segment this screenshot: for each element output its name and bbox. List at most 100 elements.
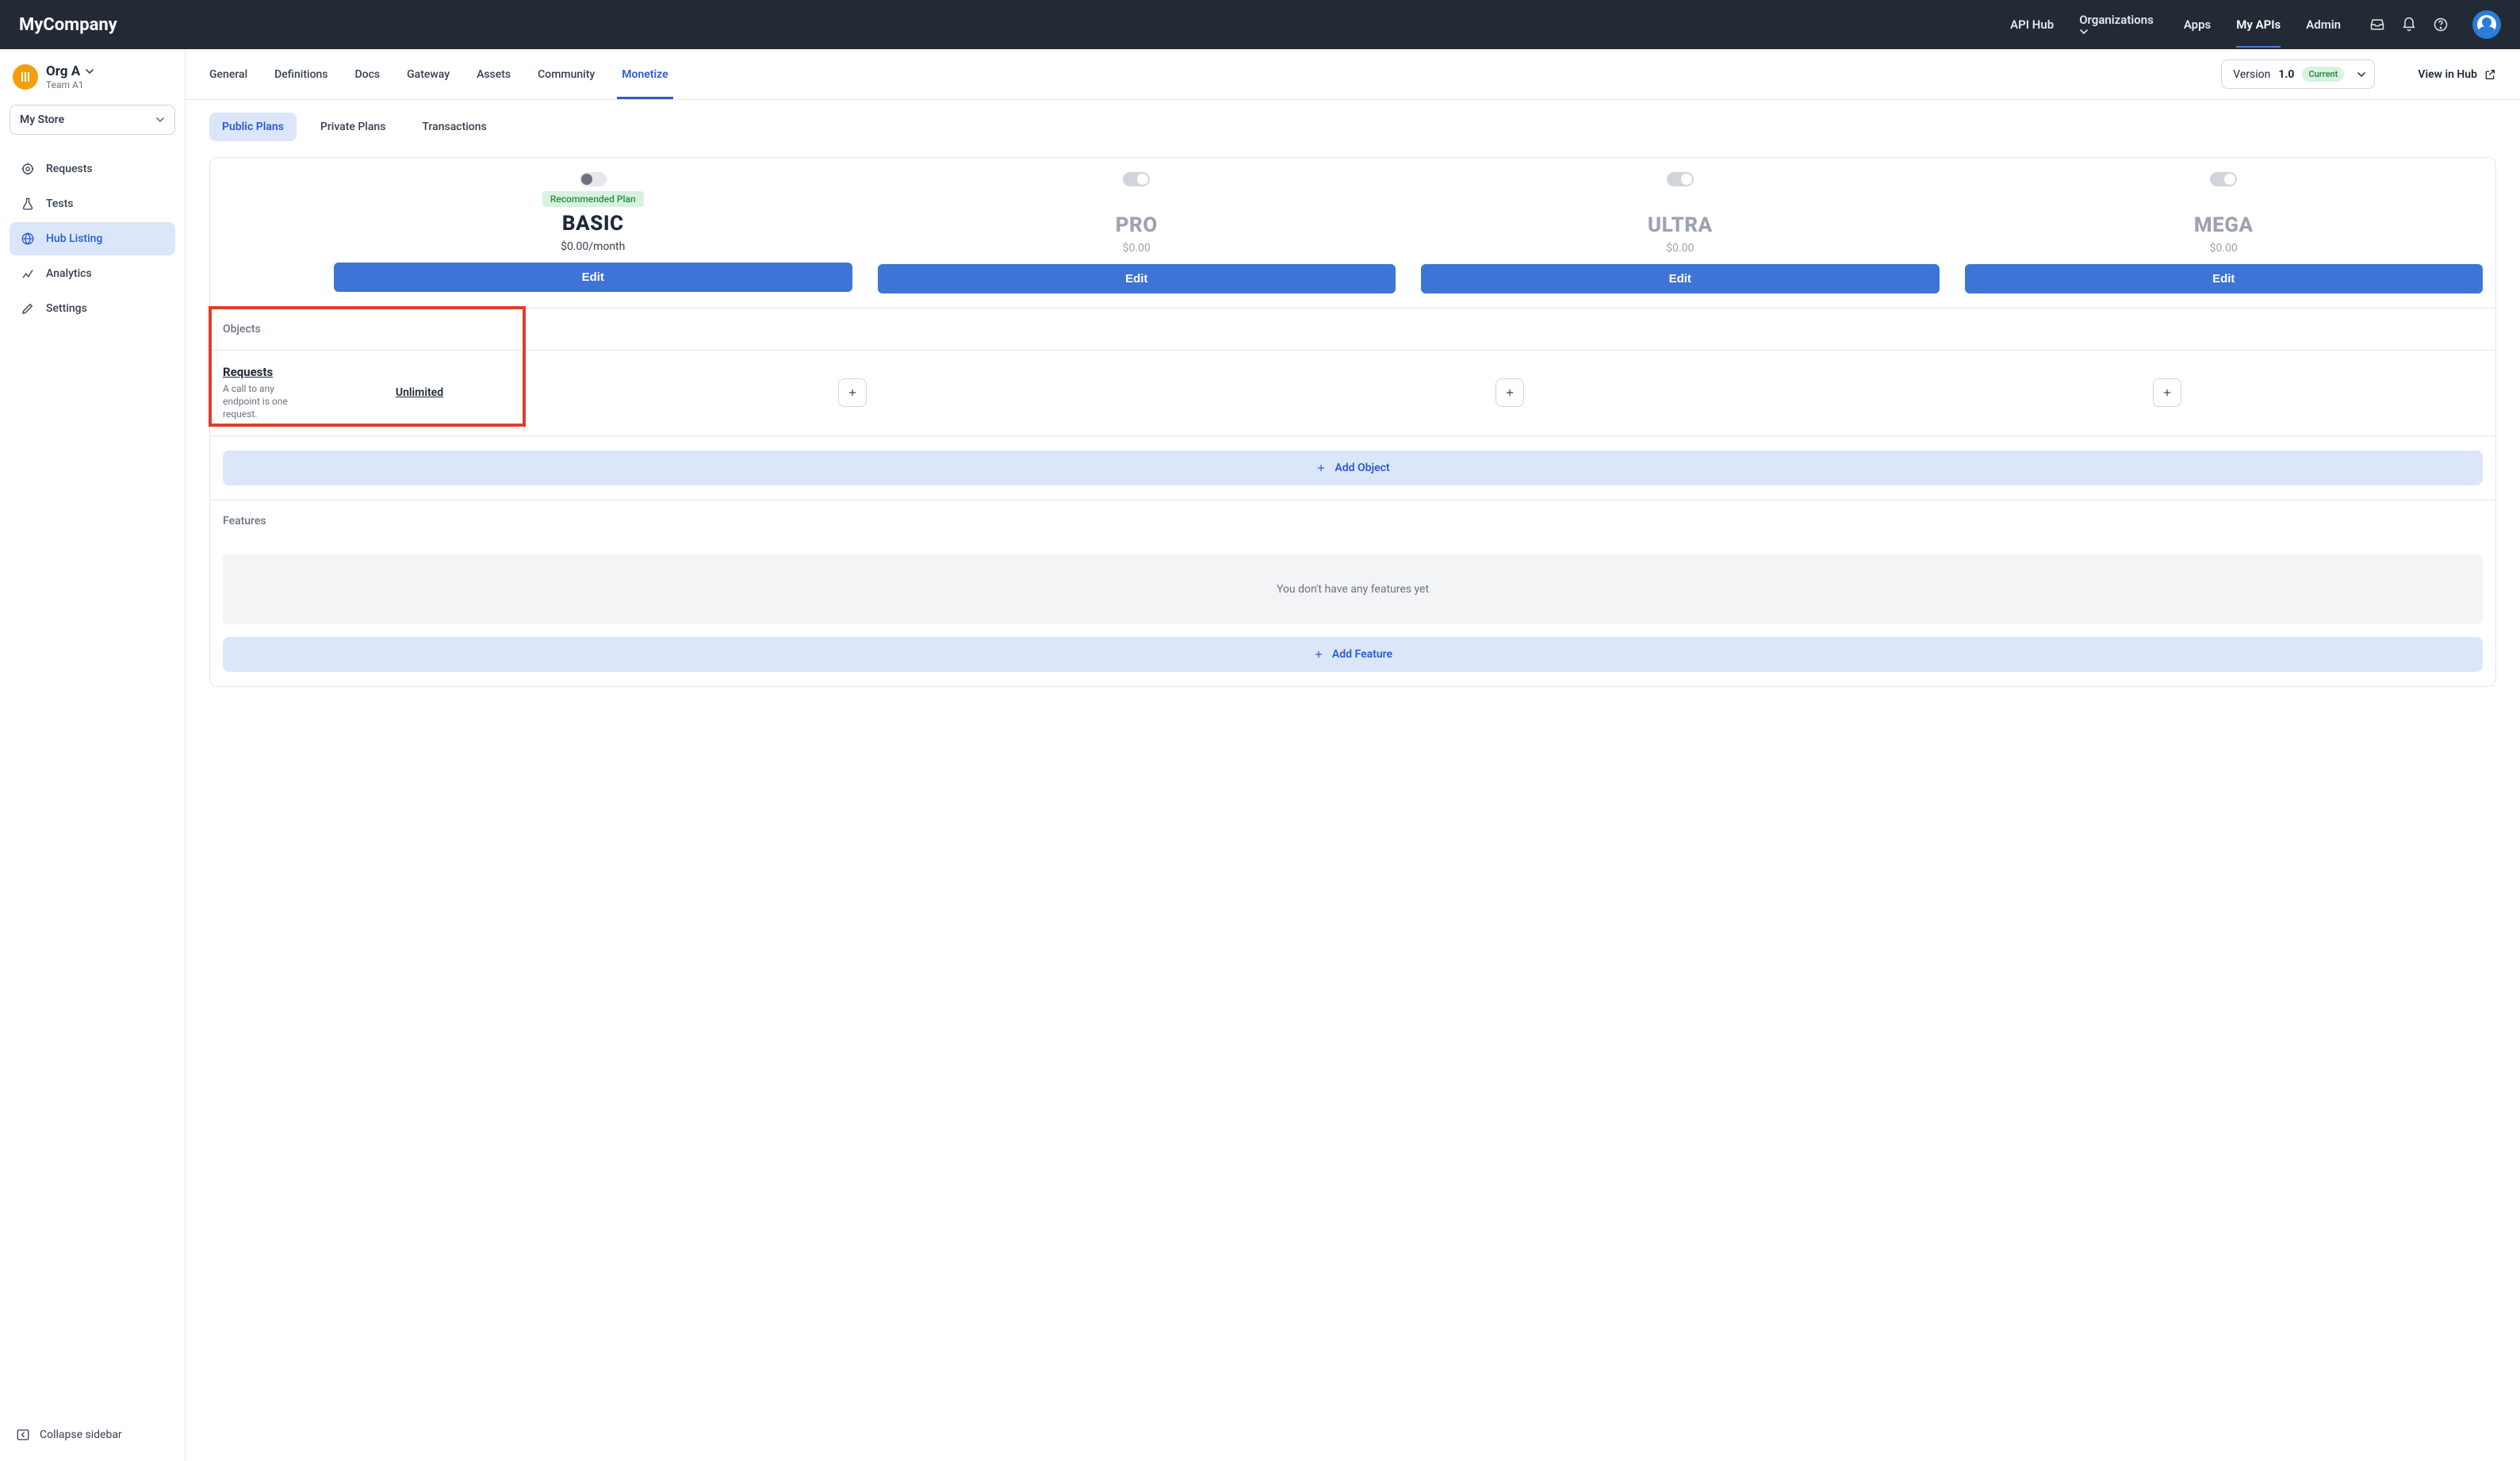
sidebar-item-requests[interactable]: Requests [10,152,175,186]
subtab-transactions[interactable]: Transactions [409,113,499,141]
plus-icon [1313,649,1324,660]
sidebar-item-label: Requests [46,163,93,175]
version-badge: Current [2302,67,2344,82]
tab-definitions[interactable]: Definitions [274,51,327,98]
view-in-hub-link[interactable]: View in Hub [2418,68,2496,81]
inbox-icon[interactable] [2369,17,2385,33]
object-value-basic[interactable]: Unlimited [396,386,443,399]
plan-basic: Recommended Plan BASIC $0.00/month Edit [321,158,865,308]
edit-plan-mega-button[interactable]: Edit [1965,264,2484,293]
collapse-sidebar-button[interactable]: Collapse sidebar [10,1418,175,1451]
subtab-public-plans[interactable]: Public Plans [209,113,297,141]
org-icon [13,64,38,90]
sidebar-item-label: Settings [46,302,87,315]
recommended-badge: Recommended Plan [542,191,644,207]
plan-toggle-mega[interactable] [2210,172,2237,186]
add-object-value-mega[interactable] [2153,378,2181,407]
plan-price: $0.00 [1666,242,1694,255]
sidebar-item-label: Hub Listing [46,232,102,245]
bell-icon[interactable] [2401,17,2417,33]
chevron-down-icon [2357,70,2366,79]
edit-plan-basic-button[interactable]: Edit [334,263,852,292]
view-in-hub-label: View in Hub [2418,68,2477,81]
plan-toggle-basic[interactable] [580,172,607,186]
object-title[interactable]: Requests [223,365,318,379]
object-row-requests: Requests A call to any endpoint is one r… [210,351,2495,436]
add-feature-button[interactable]: Add Feature [223,637,2483,672]
pencil-icon [21,301,35,316]
plan-price: $0.00 [2210,242,2238,255]
edit-plan-ultra-button[interactable]: Edit [1421,264,1940,293]
chevron-down-icon [2079,27,2158,36]
add-object-button[interactable]: Add Object [223,451,2483,485]
collapse-icon [16,1428,30,1442]
features-empty-state: You don't have any features yet [223,554,2483,624]
plan-mega: MEGA $0.00 Edit [1952,158,2496,308]
brand-logo[interactable]: MyCompany [19,15,117,35]
add-object-value-ultra[interactable] [1496,378,1524,407]
topnav-icons [2369,10,2501,39]
plan-header-row: Recommended Plan BASIC $0.00/month Edit … [210,158,2495,308]
sidebar-item-hub-listing[interactable]: Hub Listing [10,222,175,255]
tab-community[interactable]: Community [538,51,595,98]
plan-name: MEGA [2194,213,2254,237]
features-header: Features [210,500,2495,542]
plan-price: $0.00/month [561,240,625,253]
subtab-private-plans[interactable]: Private Plans [308,113,399,141]
external-link-icon [2484,68,2496,81]
nav-my-apis[interactable]: My APIs [2236,2,2281,48]
edit-plan-pro-button[interactable]: Edit [878,264,1396,293]
plan-name: ULTRA [1648,213,1713,237]
store-select[interactable]: My Store [10,105,175,135]
plan-name: PRO [1116,213,1158,237]
plan-toggle-pro[interactable] [1123,172,1150,186]
tab-bar: General Definitions Docs Gateway Assets … [186,49,2520,100]
org-name: Org A [46,63,80,79]
plan-ultra: ULTRA $0.00 Edit [1408,158,1952,308]
top-navbar: MyCompany API Hub Organizations Apps My … [0,0,2520,49]
sidebar-item-tests[interactable]: Tests [10,187,175,220]
org-switcher[interactable]: Org A Team A1 [10,59,175,92]
tab-general[interactable]: General [209,51,247,98]
object-description: A call to any endpoint is one request. [223,382,302,421]
sidebar-nav: Requests Tests Hub Listing Analytics [10,152,175,325]
chart-icon [21,267,35,281]
subtab-bar: Public Plans Private Plans Transactions [186,100,2520,141]
plan-toggle-ultra[interactable] [1667,172,1694,186]
plan-pro: PRO $0.00 Edit [865,158,1409,308]
plans-panel: Recommended Plan BASIC $0.00/month Edit … [209,157,2496,687]
org-team: Team A1 [46,79,94,90]
objects-header: Objects [210,308,2495,351]
add-feature-label: Add Feature [1332,648,1392,661]
nav-admin[interactable]: Admin [2306,2,2341,48]
globe-icon [21,232,35,246]
plan-name: BASIC [562,212,624,236]
sidebar-item-settings[interactable]: Settings [10,292,175,325]
chevron-down-icon [85,67,94,76]
sidebar-item-analytics[interactable]: Analytics [10,257,175,290]
tab-monetize[interactable]: Monetize [622,51,668,98]
collapse-sidebar-label: Collapse sidebar [40,1428,122,1441]
user-avatar[interactable] [2472,10,2501,39]
version-selector[interactable]: Version 1.0 Current [2221,59,2375,89]
nav-organizations-label: Organizations [2079,13,2154,27]
main-content: General Definitions Docs Gateway Assets … [186,49,2520,1461]
nav-organizations[interactable]: Organizations [2079,0,2158,52]
topnav-links: API Hub Organizations Apps My APIs Admin [2010,0,2341,52]
chevron-down-icon [155,115,165,125]
nav-apps[interactable]: Apps [2184,2,2211,48]
target-icon [21,162,35,176]
tab-assets[interactable]: Assets [477,51,511,98]
version-prefix: Version [2233,68,2270,81]
plus-icon [1316,462,1327,474]
sidebar-item-label: Analytics [46,267,92,280]
flask-icon [21,197,35,211]
nav-api-hub[interactable]: API Hub [2010,2,2054,48]
tab-gateway[interactable]: Gateway [407,51,450,98]
add-object-value-pro[interactable] [838,378,867,407]
tab-docs[interactable]: Docs [355,51,381,98]
sidebar-item-label: Tests [46,197,73,210]
help-icon[interactable] [2433,17,2449,33]
add-object-label: Add Object [1335,462,1389,474]
plan-price: $0.00 [1123,242,1151,255]
